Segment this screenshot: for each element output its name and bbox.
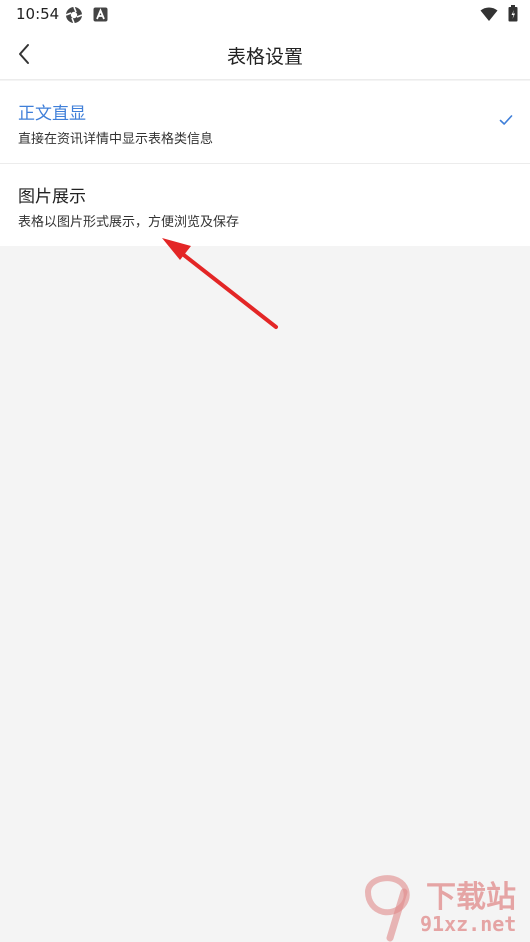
- option-title: 图片展示: [18, 187, 86, 207]
- option-inline-display[interactable]: 正文直显 直接在资讯详情中显示表格类信息: [0, 81, 530, 163]
- battery-icon: [508, 5, 518, 22]
- status-bar: 10:54: [0, 0, 530, 30]
- screen: 10:54 表格设置 正文直显 直接在资讯详情中显示表格类信息 图片展示 表格以…: [0, 0, 530, 942]
- header: 表格设置: [0, 30, 530, 80]
- page-title: 表格设置: [226, 46, 303, 68]
- option-title: 正文直显: [18, 104, 86, 124]
- watermark-text: 下载站: [426, 880, 516, 915]
- status-time: 10:54: [16, 5, 60, 23]
- status-right-icons: [480, 5, 518, 22]
- options-list: 正文直显 直接在资讯详情中显示表格类信息 图片展示 表格以图片形式展示，方便浏览…: [0, 81, 530, 246]
- watermark: 下载站 91xz.net: [360, 862, 530, 942]
- watermark-url: 91xz.net: [420, 912, 517, 936]
- wifi-icon: [480, 7, 498, 21]
- option-description: 直接在资讯详情中显示表格类信息: [18, 132, 214, 147]
- checkmark-icon: [499, 115, 513, 125]
- a-badge-icon: [93, 7, 108, 22]
- option-image-display[interactable]: 图片展示 表格以图片形式展示，方便浏览及保存: [0, 163, 530, 246]
- aperture-icon: [65, 6, 83, 24]
- option-description: 表格以图片形式展示，方便浏览及保存: [18, 215, 240, 230]
